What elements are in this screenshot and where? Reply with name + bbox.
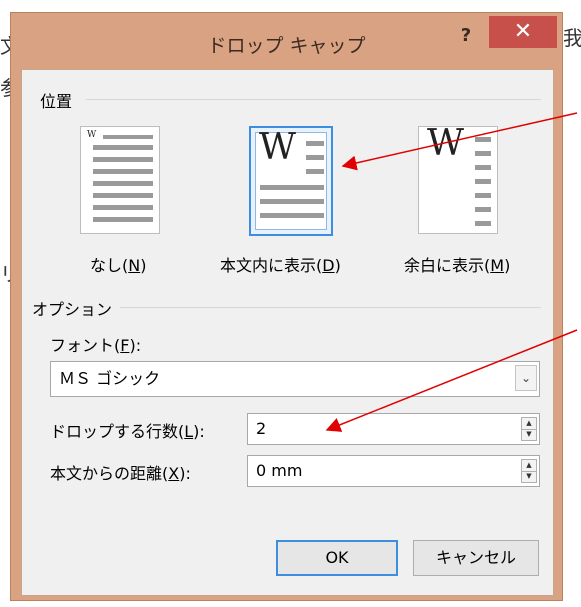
label-text: ):: [179, 464, 191, 483]
cancel-button[interactable]: キャンセル: [413, 540, 539, 576]
divider: [86, 99, 541, 100]
distance-label: 本文からの距離(X):: [50, 460, 191, 484]
label-text: 本文内に表示(: [220, 256, 323, 275]
text-line: [93, 145, 153, 150]
spin-down-icon[interactable]: ▼: [522, 471, 536, 482]
chevron-down-icon[interactable]: ⌄: [515, 365, 537, 391]
distance-spinner[interactable]: 0 mm ▲ ▼: [247, 455, 540, 487]
text-line: [93, 205, 153, 210]
text-line: [260, 185, 324, 190]
dialog-body: 位置 W なし(N) W 本文内に表示(D) W 余白に表示(M) オプション …: [21, 69, 554, 596]
label-text: ): [504, 256, 511, 275]
access-key: X: [168, 464, 180, 483]
text-line: [93, 169, 153, 174]
title-bar[interactable]: ドロップ キャップ ? ✕: [11, 13, 562, 69]
ok-button[interactable]: OK: [276, 540, 398, 576]
label-text: 余白に表示(: [404, 256, 491, 275]
position-none-option[interactable]: W: [80, 126, 160, 234]
position-dropped-label: 本文内に表示(D): [220, 252, 341, 276]
spinner-buttons[interactable]: ▲ ▼: [521, 459, 537, 483]
lines-spinner[interactable]: 2 ▲ ▼: [247, 413, 540, 445]
text-line: [93, 217, 153, 222]
text-line: [475, 151, 491, 156]
bg-char: 我: [563, 26, 581, 50]
close-button[interactable]: ✕: [489, 16, 557, 48]
position-margin-label: 余白に表示(M): [404, 252, 510, 276]
selection-frame: W: [255, 127, 327, 230]
distance-value: 0 mm: [256, 461, 303, 480]
text-line: [475, 207, 491, 212]
text-line: [306, 155, 324, 160]
options-group-title: オプション: [32, 300, 113, 319]
label-text: ): [334, 256, 341, 275]
label-text: ドロップする行数(: [50, 422, 185, 441]
text-line: [475, 221, 491, 226]
label-text: ):: [129, 336, 142, 355]
divider: [120, 307, 541, 308]
help-button[interactable]: ?: [448, 21, 484, 51]
text-line: [93, 181, 153, 186]
spin-down-icon[interactable]: ▼: [522, 429, 536, 440]
text-line: [93, 193, 153, 198]
font-label: フォント(F):: [50, 332, 141, 356]
text-line: [260, 213, 324, 218]
access-key: L: [184, 422, 194, 441]
position-none-label: なし(N): [90, 252, 146, 276]
access-key: N: [128, 256, 141, 275]
drop-cap-w-glyph: W: [259, 127, 297, 168]
label-text: 本文からの距離(: [50, 464, 169, 483]
lines-value: 2: [256, 419, 267, 438]
font-value: ＭＳ ゴシック: [59, 369, 161, 388]
position-margin-option[interactable]: W: [418, 123, 498, 234]
text-line: [306, 169, 324, 174]
label-text: ):: [193, 422, 205, 441]
position-dropped-option[interactable]: W: [249, 126, 333, 236]
font-combobox[interactable]: ＭＳ ゴシック ⌄: [50, 361, 540, 397]
text-line: [306, 141, 324, 146]
label-text: ): [140, 256, 147, 275]
text-line: [475, 179, 491, 184]
label-text: なし(: [90, 256, 129, 275]
spinner-buttons[interactable]: ▲ ▼: [521, 417, 537, 441]
drop-cap-w-glyph: W: [87, 130, 97, 140]
text-line: [475, 193, 491, 198]
position-group-title: 位置: [40, 92, 73, 111]
drop-cap-dialog: ドロップ キャップ ? ✕ 位置 W なし(N) W 本文内に表示(D) W 余…: [10, 12, 563, 601]
text-line: [260, 199, 324, 204]
access-key: D: [322, 256, 335, 275]
text-line: [93, 157, 153, 162]
lines-label: ドロップする行数(L):: [50, 418, 205, 442]
text-line: [475, 137, 491, 142]
access-key: M: [490, 256, 505, 275]
text-line: [475, 165, 491, 170]
drop-cap-w-glyph: W: [427, 123, 465, 164]
text-line: [103, 135, 153, 139]
label-text: フォント(: [50, 336, 121, 355]
